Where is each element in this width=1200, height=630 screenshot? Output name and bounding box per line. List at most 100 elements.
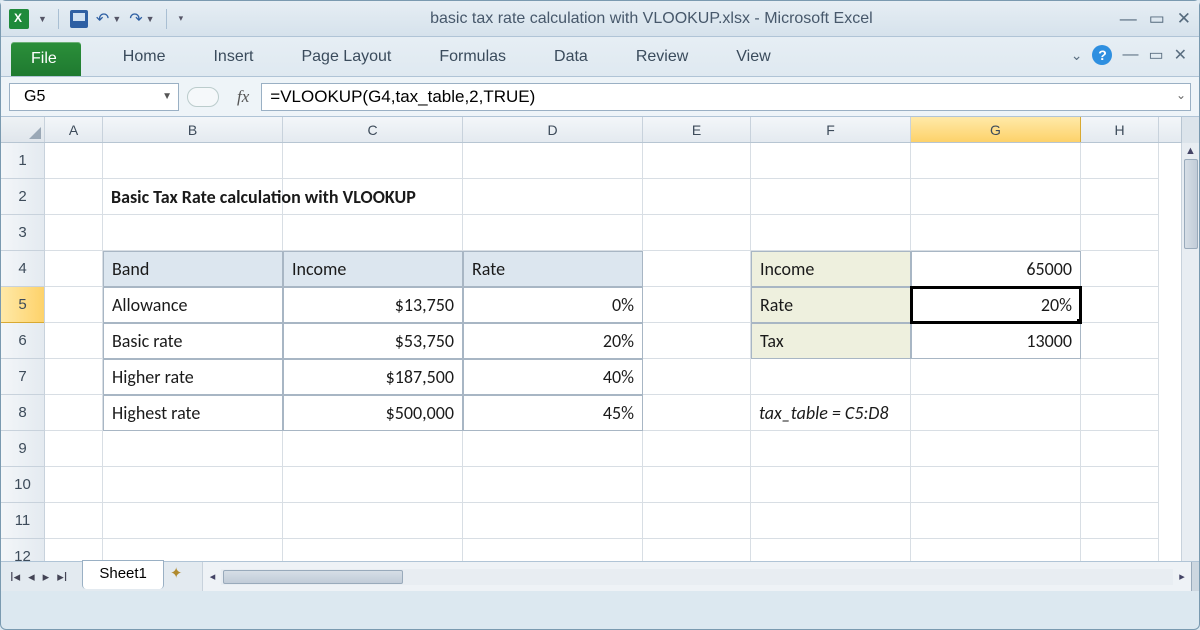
cell-G2[interactable] [911,179,1081,215]
cell-G11[interactable] [911,503,1081,539]
col-header-D[interactable]: D [463,117,643,142]
cell-E9[interactable] [643,431,751,467]
row-header-8[interactable]: 8 [1,395,44,431]
tax-band-0[interactable]: Allowance [103,287,283,323]
cell-A11[interactable] [45,503,103,539]
cell-C10[interactable] [283,467,463,503]
tax-band-2[interactable]: Higher rate [103,359,283,395]
fx-label[interactable]: fx [237,87,249,107]
close-icon[interactable]: ✕ [1177,9,1191,29]
cell-A6[interactable] [45,323,103,359]
cell-G8[interactable] [911,395,1081,431]
tax-income-1[interactable]: $53,750 [283,323,463,359]
cell-F7[interactable] [751,359,911,395]
cell-F2[interactable] [751,179,911,215]
calc-rate-value[interactable]: 20% [911,287,1081,323]
sheet-nav-next-icon[interactable]: ▸ [40,567,53,587]
minimize-icon[interactable]: — [1120,9,1137,29]
tax-rate-2[interactable]: 40% [463,359,643,395]
workbook-restore-icon[interactable]: ▭ [1148,45,1163,65]
cell-A9[interactable] [45,431,103,467]
cell-A1[interactable] [45,143,103,179]
cell-D11[interactable] [463,503,643,539]
undo-button[interactable]: ↶▼ [96,9,121,29]
row-header-4[interactable]: 4 [1,251,44,287]
qat-menu-dropdown[interactable]: ▼ [38,14,47,24]
redo-button[interactable]: ↷▼ [129,9,154,29]
cells-area[interactable]: Basic Tax Rate calculation with VLOOKUPB… [45,143,1181,573]
col-header-B[interactable]: B [103,117,283,142]
cell-A7[interactable] [45,359,103,395]
row-header-7[interactable]: 7 [1,359,44,395]
cell-B9[interactable] [103,431,283,467]
cell-G1[interactable] [911,143,1081,179]
cell-F9[interactable] [751,431,911,467]
cell-A3[interactable] [45,215,103,251]
formula-expand-icon[interactable]: ⌄ [1176,88,1186,102]
cell-A4[interactable] [45,251,103,287]
hscroll-thumb[interactable] [223,570,403,584]
cell-H6[interactable] [1081,323,1159,359]
cell-H5[interactable] [1081,287,1159,323]
tax-income-3[interactable]: $500,000 [283,395,463,431]
tax-header-band[interactable]: Band [103,251,283,287]
workbook-minimize-icon[interactable]: — [1122,46,1138,64]
new-sheet-icon[interactable]: ✦ [170,564,183,593]
name-box-dropdown-icon[interactable]: ▼ [162,91,172,102]
col-header-H[interactable]: H [1081,117,1159,142]
scroll-right-icon[interactable]: ▸ [1173,570,1191,583]
row-header-3[interactable]: 3 [1,215,44,251]
tax-income-2[interactable]: $187,500 [283,359,463,395]
cell-H1[interactable] [1081,143,1159,179]
sheet-nav-prev-icon[interactable]: ◂ [25,567,38,587]
calc-rate-label[interactable]: Rate [751,287,911,323]
cell-C3[interactable] [283,215,463,251]
help-icon[interactable]: ? [1092,45,1112,65]
col-header-E[interactable]: E [643,117,751,142]
excel-icon[interactable] [9,9,29,29]
cell-D9[interactable] [463,431,643,467]
tab-insert[interactable]: Insert [189,38,277,76]
cell-A8[interactable] [45,395,103,431]
cell-E5[interactable] [643,287,751,323]
tax-header-rate[interactable]: Rate [463,251,643,287]
cell-B3[interactable] [103,215,283,251]
cell-H9[interactable] [1081,431,1159,467]
cell-H7[interactable] [1081,359,1159,395]
cell-E11[interactable] [643,503,751,539]
cell-H3[interactable] [1081,215,1159,251]
vertical-split-handle[interactable] [1181,117,1199,143]
name-box[interactable]: G5 ▼ [9,83,179,111]
row-header-9[interactable]: 9 [1,431,44,467]
restore-icon[interactable]: ▭ [1149,9,1165,29]
cell-E7[interactable] [643,359,751,395]
cell-B10[interactable] [103,467,283,503]
row-header-6[interactable]: 6 [1,323,44,359]
row-header-2[interactable]: 2 [1,179,44,215]
vertical-scrollbar[interactable]: ▲ ▼ [1181,143,1199,573]
cell-G3[interactable] [911,215,1081,251]
cell-D10[interactable] [463,467,643,503]
col-header-C[interactable]: C [283,117,463,142]
vscroll-thumb[interactable] [1184,159,1198,249]
hscroll-track[interactable] [221,569,1173,585]
tab-view[interactable]: View [712,38,794,76]
cell-C9[interactable] [283,431,463,467]
cell-C11[interactable] [283,503,463,539]
row-header-5[interactable]: 5 [1,287,44,323]
cell-E8[interactable] [643,395,751,431]
cell-D3[interactable] [463,215,643,251]
cell-E4[interactable] [643,251,751,287]
sheet-nav-first-icon[interactable]: I◂ [7,567,23,587]
tab-home[interactable]: Home [99,38,190,76]
select-all-cell[interactable] [1,117,45,142]
cell-F1[interactable] [751,143,911,179]
calc-income-label[interactable]: Income [751,251,911,287]
horizontal-scrollbar[interactable]: ◂ ▸ [202,562,1191,591]
tab-formulas[interactable]: Formulas [415,38,530,76]
cell-E3[interactable] [643,215,751,251]
cell-E6[interactable] [643,323,751,359]
scroll-up-icon[interactable]: ▲ [1185,145,1196,157]
file-tab[interactable]: File [11,42,81,76]
row-header-1[interactable]: 1 [1,143,44,179]
